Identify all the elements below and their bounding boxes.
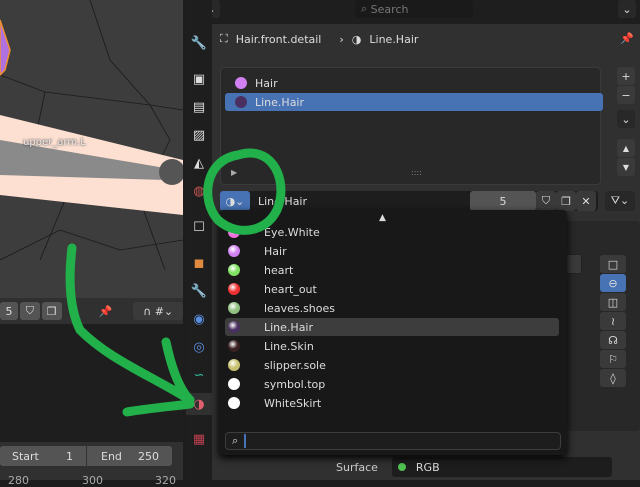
green-annotation <box>65 148 286 417</box>
